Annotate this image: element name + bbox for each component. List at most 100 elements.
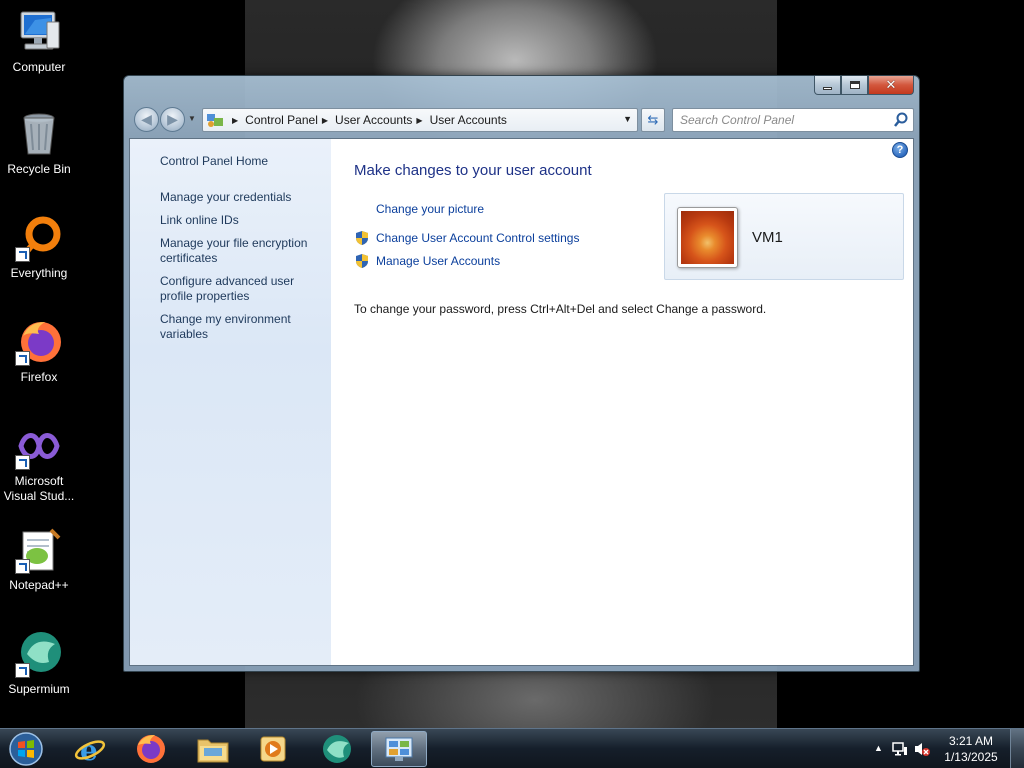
close-icon: ✕ <box>885 77 897 92</box>
minimize-icon <box>823 86 832 90</box>
everything-search-icon <box>15 214 63 262</box>
help-icon: ? <box>896 144 904 156</box>
uac-shield-icon <box>354 253 370 269</box>
network-icon[interactable] <box>892 741 908 762</box>
clock-time: 3:21 AM <box>948 734 994 748</box>
taskbar-firefox[interactable] <box>123 731 179 767</box>
search-input[interactable] <box>680 113 890 127</box>
close-button[interactable]: ✕ <box>868 76 914 95</box>
firefox-icon <box>15 318 63 366</box>
forward-arrow-icon: ▶ <box>167 111 178 127</box>
address-bar[interactable]: ▶ Control Panel ▶ User Accounts ▶ User A… <box>202 108 638 132</box>
desktop-icon-label: Microsoft Visual Stud... <box>3 474 75 503</box>
shortcut-arrow-icon <box>15 351 30 366</box>
task-manage-credentials[interactable]: Manage your credentials <box>160 190 325 205</box>
task-manage-file-encryption[interactable]: Manage your file encryption certificates <box>160 236 325 266</box>
user-accounts-window[interactable]: ✕ ◀ ▶ ▼ ▶ Control Panel ▶ User Accounts … <box>123 75 920 672</box>
task-link-online-ids[interactable]: Link online IDs <box>160 213 325 228</box>
caption-buttons: ✕ <box>814 76 914 95</box>
shortcut-arrow-icon <box>15 663 30 678</box>
recycle-bin-icon <box>15 110 63 158</box>
computer-icon <box>15 8 63 56</box>
uac-shield-icon <box>354 230 370 246</box>
maximize-icon <box>849 81 860 89</box>
supermium-icon <box>15 630 63 678</box>
breadcrumb-user-accounts[interactable]: User Accounts <box>430 113 507 127</box>
visual-studio-icon <box>15 422 63 470</box>
media-player-icon <box>260 736 286 762</box>
desktop-icon-label: Recycle Bin <box>7 162 71 176</box>
flower-avatar-icon <box>681 211 734 264</box>
back-button[interactable]: ◀ <box>134 107 159 132</box>
supermium-icon <box>323 735 351 763</box>
desktop-icon-label: Supermium <box>8 682 70 696</box>
taskbar-supermium[interactable] <box>309 731 365 767</box>
desktop-icon-everything[interactable]: Everything <box>0 214 78 281</box>
clock-date: 1/13/2025 <box>944 750 998 764</box>
task-change-environment-variables[interactable]: Change my environment variables <box>160 312 325 342</box>
breadcrumb-separator-icon[interactable]: ▶ <box>232 116 238 125</box>
chevron-down-icon: ▼ <box>188 114 196 123</box>
account-card: VM1 <box>664 193 904 280</box>
navigation-bar: ◀ ▶ ▼ ▶ Control Panel ▶ User Accounts ▶ … <box>132 106 914 134</box>
password-info-text: To change your password, press Ctrl+Alt+… <box>354 302 767 316</box>
desktop-icon-recycle-bin[interactable]: Recycle Bin <box>0 110 78 177</box>
recent-pages-button[interactable]: ▼ <box>188 114 198 123</box>
taskbar-internet-explorer[interactable]: e <box>62 731 118 767</box>
svg-text:e: e <box>80 734 98 765</box>
desktop-icon-firefox[interactable]: Firefox <box>0 318 78 385</box>
desktop-icon-visual-studio[interactable]: Microsoft Visual Stud... <box>0 422 78 504</box>
shortcut-arrow-icon <box>15 247 30 262</box>
account-name: VM1 <box>752 229 783 246</box>
maximize-button[interactable] <box>841 76 868 95</box>
control-panel-icon <box>206 112 224 128</box>
control-panel-home-link[interactable]: Control Panel Home <box>160 154 325 169</box>
show-hidden-icons-icon[interactable]: ▲ <box>874 743 883 753</box>
control-panel-icon <box>385 737 413 761</box>
taskbar-control-panel[interactable] <box>371 731 427 767</box>
breadcrumb-separator-icon[interactable]: ▶ <box>322 116 328 125</box>
desktop-icon-computer[interactable]: Computer <box>0 8 78 75</box>
desktop-icon-supermium[interactable]: Supermium <box>0 630 78 697</box>
desktop-icon-notepad-plus-plus[interactable]: Notepad++ <box>0 526 78 593</box>
page-title: Make changes to your user account <box>354 162 592 179</box>
firefox-icon <box>137 735 165 763</box>
file-explorer-icon <box>197 739 229 763</box>
refresh-icon: ⇆ <box>647 112 659 127</box>
desktop-icon-label: Everything <box>10 266 68 280</box>
taskbar-file-explorer[interactable] <box>185 731 241 767</box>
breadcrumb-control-panel[interactable]: Control Panel <box>245 113 318 127</box>
windows-logo-icon <box>9 732 43 766</box>
volume-muted-icon[interactable] <box>914 741 930 762</box>
clock[interactable]: 3:21 AM 1/13/2025 <box>941 733 1001 765</box>
breadcrumb-user-accounts-category[interactable]: User Accounts <box>335 113 412 127</box>
search-box[interactable] <box>672 108 914 132</box>
tasks-pane: Control Panel Home Manage your credentia… <box>130 139 331 665</box>
notepad-plus-plus-icon <box>15 526 63 574</box>
taskbar: e ▲ 3:21 AM 1/13/2025 <box>0 728 1024 768</box>
breadcrumb-separator-icon[interactable]: ▶ <box>416 116 422 125</box>
manage-user-accounts-link[interactable]: Manage User Accounts <box>376 254 500 268</box>
search-icon[interactable] <box>893 112 909 128</box>
desktop-icon-label: Computer <box>12 60 66 74</box>
show-desktop-button[interactable] <box>1010 729 1024 768</box>
uac-settings-link[interactable]: Change User Account Control settings <box>376 231 579 245</box>
address-dropdown-icon[interactable]: ▼ <box>623 114 632 124</box>
content-area: Control Panel Home Manage your credentia… <box>129 138 914 666</box>
minimize-button[interactable] <box>814 76 841 95</box>
forward-button[interactable]: ▶ <box>160 107 185 132</box>
refresh-button[interactable]: ⇆ <box>641 108 665 132</box>
start-button[interactable] <box>6 731 46 767</box>
shortcut-arrow-icon <box>15 559 30 574</box>
taskbar-media-player[interactable] <box>245 731 301 767</box>
internet-explorer-icon: e <box>74 734 106 765</box>
task-configure-profile-properties[interactable]: Configure advanced user profile properti… <box>160 274 325 304</box>
main-pane: ? Make changes to your user account Chan… <box>331 139 913 665</box>
shortcut-arrow-icon <box>15 455 30 470</box>
avatar[interactable] <box>677 207 738 268</box>
change-picture-link[interactable]: Change your picture <box>376 202 484 216</box>
help-button[interactable]: ? <box>892 142 908 158</box>
desktop-icon-label: Firefox <box>20 370 58 384</box>
notification-area: ▲ 3:21 AM 1/13/2025 <box>864 729 1024 768</box>
back-arrow-icon: ◀ <box>141 111 152 127</box>
